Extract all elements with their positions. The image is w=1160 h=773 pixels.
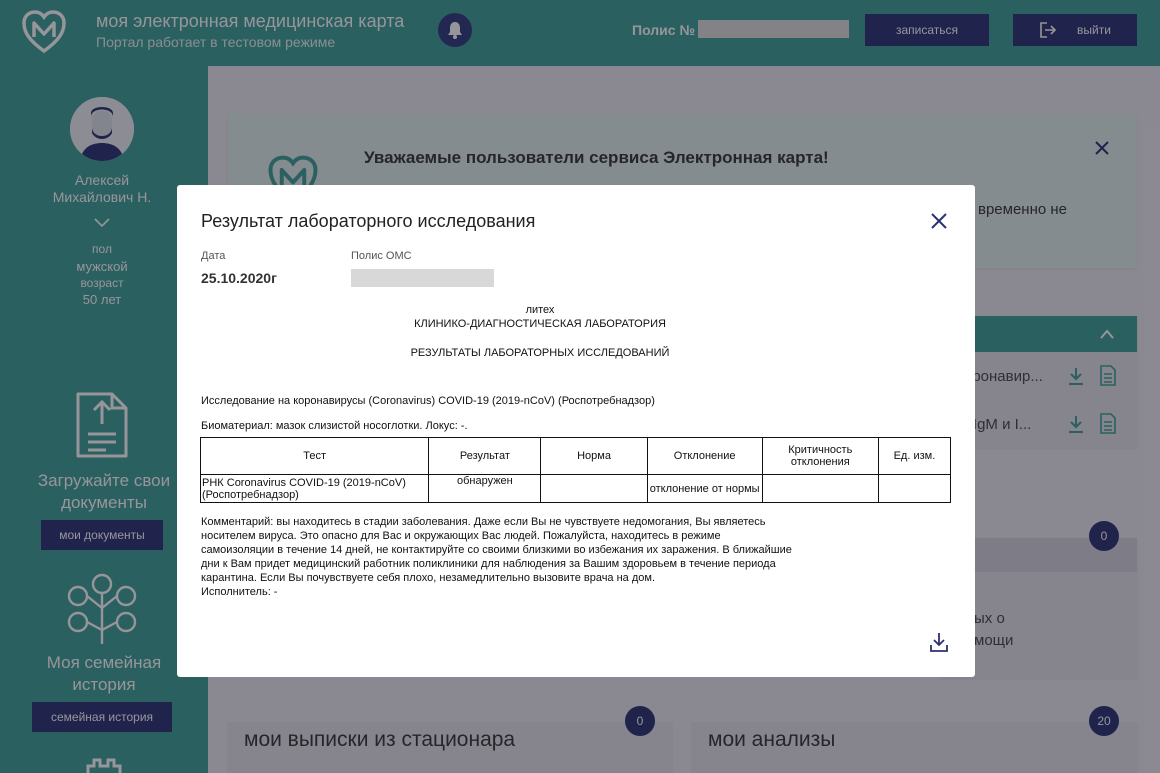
col-header-unit: Ед. изм. xyxy=(877,437,952,475)
table-header-row: Тест Результат Норма Отклонение Критично… xyxy=(199,437,952,475)
comment-block: Комментарий: вы находитесь в стадии забо… xyxy=(201,515,881,599)
lab-result-modal: Результат лабораторного исследования Дат… xyxy=(177,185,975,677)
comment-line: самоизоляции в течение 14 дней, не конта… xyxy=(201,544,792,556)
download-icon[interactable] xyxy=(929,631,949,653)
cell-result: обнаружен xyxy=(428,474,542,503)
executor: Исполнитель: - xyxy=(201,586,278,598)
study-name: Исследование на коронавирусы (Coronaviru… xyxy=(201,395,655,407)
comment-line: носителем вируса. Это опасно для Вас и о… xyxy=(201,530,721,542)
biomaterial: Биоматериал: мазок слизистой носоглотки.… xyxy=(201,420,468,432)
cell-test: РНК Coronavirus COVID-19 (2019-nCoV) (Ро… xyxy=(199,474,430,503)
col-header-deviation: Отклонение xyxy=(646,437,763,475)
col-header-norm: Норма xyxy=(540,437,648,475)
results-table: Тест Результат Норма Отклонение Критично… xyxy=(199,437,952,503)
comment-line: карантина. Если Вы почувствуете себя пло… xyxy=(201,572,656,584)
lab-name: литех xyxy=(525,304,555,316)
cell-norm xyxy=(540,474,648,503)
comment-line: дни к Вам придет медицинский работник по… xyxy=(201,558,776,570)
col-header-result: Результат xyxy=(428,437,542,475)
col-header-criticality: Критичность отклонения xyxy=(761,437,879,475)
cell-criticality xyxy=(761,474,879,503)
date-value: 25.10.2020г xyxy=(201,270,277,286)
cell-unit xyxy=(877,474,952,503)
date-label: Дата xyxy=(201,250,226,262)
polis-label: Полис ОМС xyxy=(351,250,412,262)
lab-department: КЛИНИКО-ДИАГНОСТИЧЕСКАЯ ЛАБОРАТОРИЯ xyxy=(414,318,666,330)
table-row: РНК Coronavirus COVID-19 (2019-nCoV) (Ро… xyxy=(199,474,952,503)
polis-value-redacted xyxy=(351,269,494,287)
modal-title: Результат лабораторного исследования xyxy=(201,211,536,231)
close-icon[interactable] xyxy=(929,211,949,231)
comment-line: Комментарий: вы находитесь в стадии забо… xyxy=(201,516,766,528)
cell-deviation: отклонение от нормы xyxy=(646,474,763,503)
results-heading: РЕЗУЛЬТАТЫ ЛАБОРАТОРНЫХ ИССЛЕДОВАНИЙ xyxy=(410,347,670,359)
col-header-test: Тест xyxy=(199,437,430,475)
